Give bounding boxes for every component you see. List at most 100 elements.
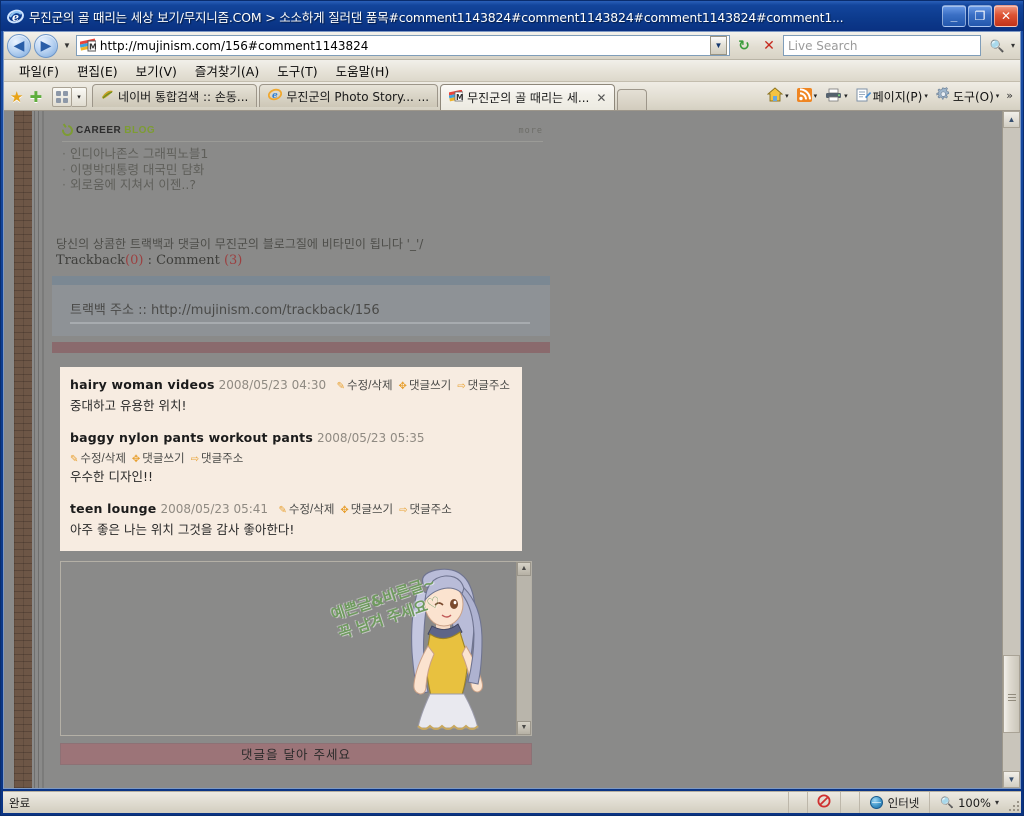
- search-dropdown-button[interactable]: ▾: [1009, 41, 1017, 50]
- recent-pages-dropdown[interactable]: ▼: [61, 41, 73, 50]
- popup-blocked-button[interactable]: [806, 792, 840, 813]
- page-icon: [856, 88, 871, 105]
- menu-view[interactable]: 보기(V): [127, 59, 186, 82]
- browser-window: e 무진군의 골 때리는 세상 보기/무지니즘.COM > 소소하게 질러댄 품…: [0, 0, 1024, 816]
- careerblog-logo-career: CAREER: [76, 125, 122, 136]
- tab-photo-story[interactable]: e 무진군의 Photo Story... ...: [259, 84, 439, 107]
- add-to-favorites-icon[interactable]: ✚: [27, 88, 44, 110]
- minimize-button[interactable]: _: [942, 5, 966, 27]
- maximize-button[interactable]: ❐: [968, 5, 992, 27]
- list-item[interactable]: 인디아나존스 그래픽노블1: [62, 146, 543, 162]
- scroll-down-icon[interactable]: ▼: [517, 720, 531, 735]
- search-input[interactable]: Live Search: [782, 35, 981, 56]
- list-item[interactable]: 이명박대통령 대국민 담화: [62, 162, 543, 178]
- menu-favorites[interactable]: 즐겨찾기(A): [186, 59, 268, 82]
- print-dropdown-icon[interactable]: ▾: [844, 92, 848, 100]
- page-menu-button[interactable]: 페이지(P) ▾: [853, 87, 931, 106]
- svg-text:e: e: [12, 11, 19, 24]
- scrollbar-track[interactable]: [1003, 128, 1020, 771]
- comment-reply-link[interactable]: 댓글쓰기: [409, 380, 451, 392]
- security-zone[interactable]: 인터넷: [858, 792, 930, 813]
- stop-button[interactable]: ✕: [758, 35, 780, 57]
- comment-reply-link[interactable]: 댓글쓰기: [351, 504, 393, 516]
- tab-mujinism-active[interactable]: M 무진군의 골 때리는 세... ✕: [440, 84, 616, 110]
- page-scrollbar[interactable]: ▲ ▼: [1002, 111, 1020, 788]
- quick-tabs-icon[interactable]: [52, 86, 73, 107]
- tab-naver[interactable]: 네이버 통합검색 :: 손동...: [92, 84, 258, 107]
- comment-author: baggy nylon pants workout pants: [70, 429, 313, 445]
- comment-author: teen lounge: [70, 500, 157, 516]
- rule-line: [42, 111, 44, 788]
- comment-item: hairy woman videos 2008/05/23 04:30 ✎ 수정/삭…: [70, 376, 512, 415]
- comment-form-image-box: 예쁜글&바른글~ 꼭 남겨 주세요♡ ▲ ▼: [60, 560, 532, 736]
- tools-menu-button[interactable]: 도구(O) ▾: [933, 86, 1002, 106]
- comment-edit-delete-link[interactable]: 수정/삭제: [80, 453, 126, 465]
- menu-tools[interactable]: 도구(T): [268, 59, 326, 82]
- menu-file[interactable]: 파일(F): [10, 59, 68, 82]
- comment-date: 2008/05/23 05:41: [160, 501, 269, 516]
- comment-label: Comment: [156, 252, 224, 268]
- tab-label: 네이버 통합검색 :: 손동...: [118, 89, 249, 104]
- comment-permalink-link[interactable]: 댓글주소: [410, 504, 452, 516]
- careerblog-widget: CAREERBLOG more 인디아나존스 그래픽노블1 이명박대통령 대국민…: [48, 111, 553, 193]
- new-tab-button[interactable]: [617, 89, 648, 110]
- comment-date: 2008/05/23 05:35: [317, 430, 425, 445]
- trackback-intro: 당신의 상콤한 트랙백과 댓글이 무진군의 블로그질에 비타민이 됩니다 '_'…: [56, 235, 553, 268]
- feeds-button[interactable]: ▾: [794, 87, 821, 106]
- trackback-address[interactable]: 트랙백 주소 :: http://mujinism.com/trackback/…: [70, 299, 380, 318]
- window-controls: _ ❐ ✕: [942, 5, 1021, 27]
- write-comment-button[interactable]: 댓글을 달아 주세요: [60, 742, 532, 765]
- command-bar-overflow-icon[interactable]: »: [1004, 89, 1016, 104]
- print-button[interactable]: ▾: [822, 87, 851, 106]
- trackback-address-url[interactable]: http://mujinism.com/trackback/156: [151, 303, 380, 318]
- comment-image-scrollbar[interactable]: ▲ ▼: [516, 561, 531, 735]
- feeds-dropdown-icon[interactable]: ▾: [814, 92, 818, 100]
- home-dropdown-icon[interactable]: ▾: [785, 92, 789, 100]
- scrollbar-up-button[interactable]: ▲: [1003, 111, 1020, 128]
- tab-close-icon[interactable]: ✕: [593, 91, 606, 105]
- comment-permalink-link[interactable]: 댓글주소: [468, 380, 510, 392]
- comment-edit-delete-link[interactable]: 수정/삭제: [289, 504, 335, 516]
- zoom-dropdown-icon[interactable]: ▾: [995, 798, 999, 807]
- list-item[interactable]: 외로움에 지쳐서 이젠..?: [62, 177, 543, 193]
- scroll-up-icon[interactable]: ▲: [517, 561, 531, 576]
- page-column: CAREERBLOG more 인디아나존스 그래픽노블1 이명박대통령 대국민…: [48, 111, 553, 788]
- home-button[interactable]: ▾: [764, 86, 792, 106]
- rule-line: [38, 111, 39, 788]
- zoom-level-label: 100%: [958, 795, 991, 810]
- address-text[interactable]: http://mujinism.com/156#comment1143824: [100, 39, 710, 53]
- refresh-button[interactable]: ↻: [733, 35, 755, 57]
- comment-reply-link[interactable]: 댓글쓰기: [142, 453, 184, 465]
- tools-dropdown-icon[interactable]: ▾: [996, 92, 1000, 100]
- trackback-intro-text: 당신의 상콤한 트랙백과 댓글이 무진군의 블로그질에 비타민이 됩니다 '_'…: [56, 236, 424, 251]
- careerblog-more-link[interactable]: more: [519, 126, 543, 136]
- address-dropdown-button[interactable]: ▼: [709, 36, 727, 55]
- comment-count: (3): [223, 252, 243, 268]
- page-dropdown-icon[interactable]: ▾: [924, 92, 928, 100]
- status-spacer-1: [787, 792, 807, 813]
- scrollbar-thumb[interactable]: [1003, 655, 1020, 734]
- page-left-decoration: [4, 111, 44, 788]
- menu-help[interactable]: 도움말(H): [327, 59, 399, 82]
- search-icon[interactable]: 🔍: [986, 35, 1008, 57]
- comment-header: hairy woman videos 2008/05/23 04:30 ✎ 수정/삭…: [70, 376, 512, 395]
- comment-body: 우수한 디자인!!: [70, 468, 153, 484]
- zoom-control[interactable]: 🔍 100% ▾: [929, 792, 1007, 813]
- internet-globe-icon: [869, 796, 883, 809]
- tab-list-dropdown[interactable]: ▾: [72, 86, 88, 107]
- popup-blocked-icon: [817, 794, 831, 811]
- edit-delete-icon: ✎: [278, 504, 287, 516]
- trackback-underline: [70, 321, 530, 324]
- address-bar[interactable]: M http://mujinism.com/156#comment1143824…: [75, 35, 730, 56]
- resize-grip[interactable]: [1007, 792, 1021, 813]
- close-button[interactable]: ✕: [994, 5, 1018, 27]
- forward-button[interactable]: ▶: [34, 33, 58, 58]
- comment-edit-delete-link[interactable]: 수정/삭제: [347, 380, 393, 392]
- back-button[interactable]: ◀: [7, 33, 31, 58]
- trackback-count: (0): [125, 252, 144, 268]
- scrollbar-down-button[interactable]: ▼: [1003, 771, 1020, 788]
- trackback-address-label: 트랙백 주소 ::: [70, 302, 151, 318]
- menu-edit[interactable]: 편집(E): [68, 59, 127, 82]
- comment-permalink-link[interactable]: 댓글주소: [201, 453, 243, 465]
- favorites-center-icon[interactable]: ★: [8, 88, 25, 110]
